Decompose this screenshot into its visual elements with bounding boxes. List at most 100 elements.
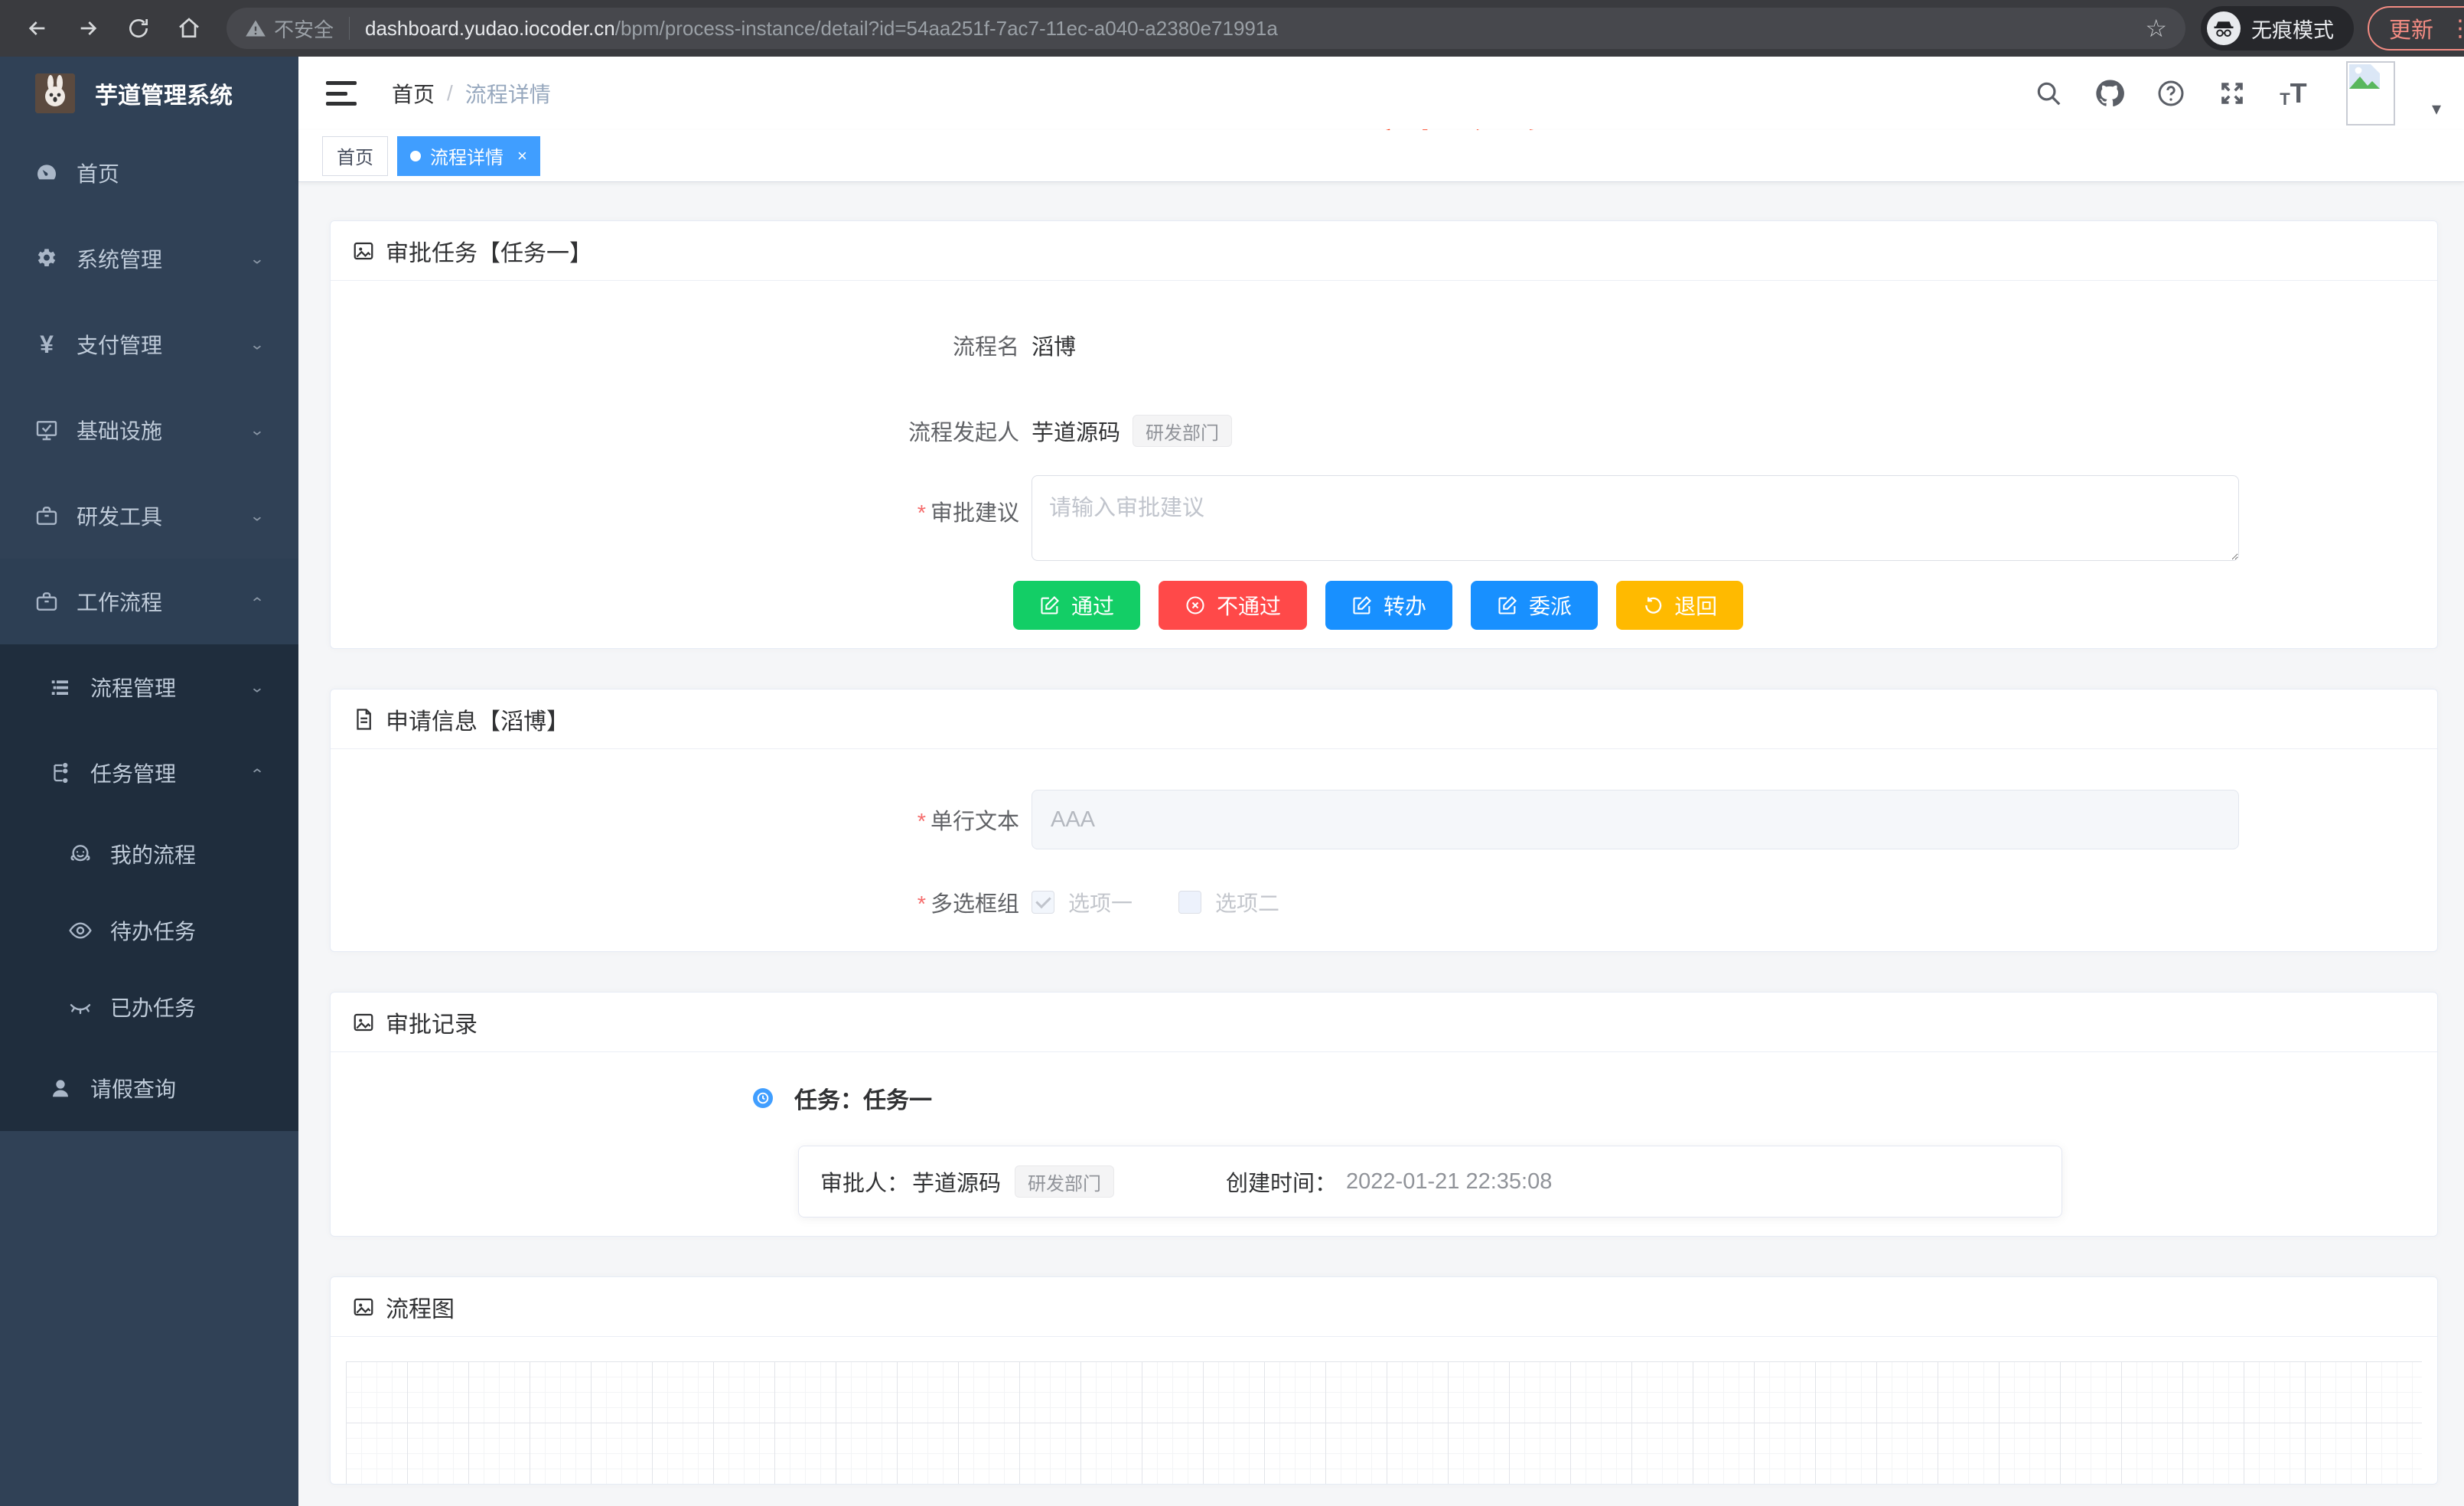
action-buttons: 通过 不通过 转办 委派 [1013, 581, 2422, 630]
sidebar-item-label: 任务管理 [90, 758, 176, 788]
avatar[interactable] [2346, 61, 2395, 126]
approval-record-card: 审批记录 任务：任务一 审批人： 芋道源码 研发部门 [330, 992, 2438, 1237]
transfer-button[interactable]: 转办 [1325, 581, 1452, 630]
sidebar-item-todo-tasks[interactable]: 待办任务 [0, 892, 298, 969]
single-text-row: *单行文本 [346, 783, 2422, 856]
monitor-icon [34, 417, 60, 443]
reload-icon[interactable] [113, 7, 164, 50]
field-label: *审批建议 [346, 475, 1019, 527]
back-icon[interactable] [12, 7, 63, 50]
chevron-down-icon: ⌄ [249, 335, 265, 353]
tag-home[interactable]: 首页 [322, 136, 388, 176]
address-bar[interactable]: 不安全 dashboard.yudao.iocoder.cn/bpm/proce… [227, 8, 2185, 49]
created-time: 2022-01-21 22:35:08 [1346, 1169, 1552, 1195]
field-label: 流程名 [346, 329, 1019, 361]
forward-icon[interactable] [63, 7, 113, 50]
sidebar-item-label: 我的流程 [110, 839, 196, 869]
chevron-down-icon: ⌄ [249, 507, 265, 524]
sidebar-item-process-mgmt[interactable]: 流程管理 ⌄ [0, 644, 298, 730]
eye-open-icon [67, 918, 93, 944]
sidebar-item-infra[interactable]: 基础设施 ⌄ [0, 387, 298, 473]
chevron-up-icon: ⌄ [249, 764, 265, 781]
card-title: 审批记录 [386, 1006, 477, 1039]
app-logo-row[interactable]: 芋道管理系统 [0, 57, 298, 130]
required-mark: * [917, 501, 926, 526]
card-title: 审批任务【任务一】 [386, 234, 592, 268]
home-icon[interactable] [164, 7, 214, 50]
app-logo [35, 73, 75, 113]
divider [349, 17, 350, 40]
reject-button[interactable]: 不通过 [1159, 581, 1307, 630]
workflow-submenu: 流程管理 ⌄ 任务管理 ⌄ 我的流程 待办任务 [0, 644, 298, 1131]
chevron-down-icon: ⌄ [249, 678, 265, 696]
help-icon[interactable] [2155, 77, 2187, 109]
approve-button[interactable]: 通过 [1013, 581, 1140, 630]
sidebar-item-payment[interactable]: ¥ 支付管理 ⌄ [0, 302, 298, 387]
sidebar-item-system[interactable]: 系统管理 ⌄ [0, 216, 298, 302]
dashboard-icon [34, 160, 60, 186]
tag-process-detail[interactable]: 流程详情 × [397, 136, 540, 176]
breadcrumb-current: 流程详情 [465, 78, 551, 109]
process-diagram-card: 流程图 [330, 1276, 2438, 1485]
approval-timeline: 任务：任务一 审批人： 芋道源码 研发部门 创建时间： 2022-01-21 2… [346, 1074, 2422, 1218]
delegate-button[interactable]: 委派 [1471, 581, 1598, 630]
required-mark: * [917, 810, 926, 834]
breadcrumb-separator: / [447, 81, 453, 106]
browser-toolbar: 不安全 dashboard.yudao.iocoder.cn/bpm/proce… [0, 0, 2464, 57]
edit-icon [1351, 595, 1373, 616]
robot-icon [67, 841, 93, 867]
update-label: 更新 [2389, 12, 2433, 44]
sidebar-item-devtools[interactable]: 研发工具 ⌄ [0, 473, 298, 559]
app-header: 首页 / 流程详情 审批任务 TT [298, 57, 2464, 130]
refresh-left-icon [1642, 595, 1664, 616]
single-text-input [1032, 790, 2239, 849]
checkbox-group-row: *多选框组 选项一 选项二 [346, 872, 2422, 933]
yen-icon: ¥ [34, 331, 60, 357]
sidebar-item-task-mgmt[interactable]: 任务管理 ⌄ [0, 730, 298, 816]
dept-tag: 研发部门 [1133, 415, 1232, 447]
sidebar-item-workflow[interactable]: 工作流程 ⌄ [0, 559, 298, 644]
card-header: 审批记录 [331, 993, 2437, 1052]
required-mark: * [917, 892, 926, 917]
breadcrumb-home[interactable]: 首页 [392, 78, 435, 109]
menu-dots-icon[interactable]: ⋮ [2449, 15, 2464, 42]
sidebar: 芋道管理系统 首页 系统管理 ⌄ ¥ 支付管理 ⌄ 基础设施 ⌄ [0, 57, 298, 1506]
search-icon[interactable] [2032, 77, 2065, 109]
tags-view-bar: 首页 流程详情 × [298, 130, 2464, 182]
fullscreen-icon[interactable] [2216, 77, 2248, 109]
sidebar-item-label: 流程管理 [90, 672, 176, 702]
eye-closed-icon [67, 994, 93, 1020]
process-name-row: 流程名 滔博 [346, 302, 2422, 388]
sidebar-item-home[interactable]: 首页 [0, 130, 298, 216]
github-icon[interactable] [2094, 77, 2126, 109]
sidebar-item-label: 工作流程 [77, 586, 162, 617]
checkbox-checked-icon [1032, 891, 1054, 914]
return-button[interactable]: 退回 [1616, 581, 1743, 630]
sidebar-item-label: 支付管理 [77, 329, 162, 360]
edit-icon [1039, 595, 1061, 616]
gear-icon [34, 246, 60, 272]
sidebar-item-leave-query[interactable]: 请假查询 [0, 1045, 298, 1131]
checkbox-group: 选项一 选项二 [1032, 887, 1279, 918]
browser-update-button[interactable]: 更新 ⋮ [2368, 6, 2464, 51]
sidebar-item-done-tasks[interactable]: 已办任务 [0, 969, 298, 1045]
card-title: 申请信息【滔博】 [386, 702, 569, 736]
field-label: *多选框组 [346, 886, 1019, 918]
incognito-label: 无痕模式 [2251, 14, 2334, 44]
sidebar-collapse-icon[interactable] [326, 81, 357, 106]
apply-info-card: 申请信息【滔博】 *单行文本 *多选框组 选项一 [330, 689, 2438, 952]
suggestion-row: *审批建议 [346, 475, 2422, 561]
bookmark-star-icon[interactable]: ☆ [2145, 14, 2167, 43]
sidebar-item-my-process[interactable]: 我的流程 [0, 816, 298, 892]
sidebar-item-label: 基础设施 [77, 415, 162, 445]
picture-icon [352, 1295, 376, 1319]
font-size-icon[interactable]: TT [2277, 77, 2309, 109]
approval-task-card: 审批任务【任务一】 流程名 滔博 流程发起人 芋道源码 研发部门 [330, 220, 2438, 649]
sidebar-item-label: 已办任务 [110, 992, 196, 1022]
suggestion-textarea[interactable] [1032, 475, 2239, 561]
close-icon[interactable]: × [517, 146, 527, 166]
bpmn-canvas[interactable] [346, 1361, 2422, 1484]
process-name-value: 滔博 [1032, 329, 1076, 361]
caret-down-icon[interactable]: ▾ [2432, 98, 2441, 120]
checkbox-unchecked-icon [1178, 891, 1201, 914]
